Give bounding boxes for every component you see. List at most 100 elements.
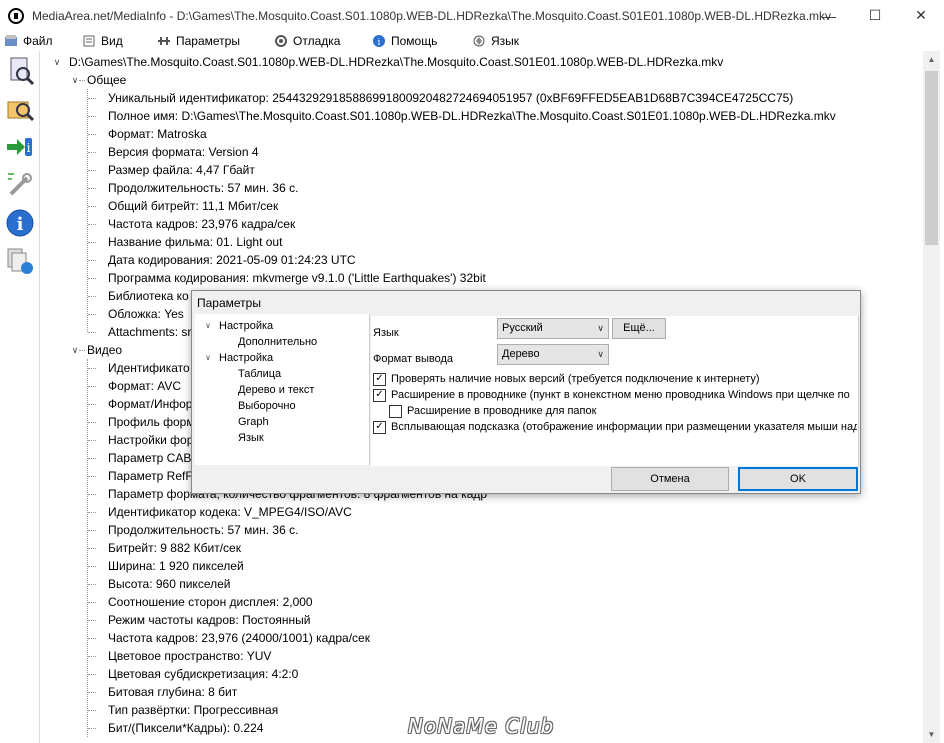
tooltip-label: Всплывающая подсказка (отображение инфор… bbox=[391, 421, 857, 433]
scroll-up-icon[interactable]: ▲ bbox=[923, 51, 940, 68]
tree-setup-2[interactable]: Настройка bbox=[219, 350, 273, 366]
cancel-button[interactable]: Отмена bbox=[611, 467, 729, 491]
more-button[interactable]: Ещё... bbox=[612, 318, 666, 339]
wrench-icon bbox=[8, 173, 32, 196]
tree-connector bbox=[88, 152, 96, 153]
general-field: Дата кодирования: 2021-05-09 01:24:23 UT… bbox=[108, 253, 356, 267]
tree-connector bbox=[88, 116, 96, 117]
open-file-button[interactable] bbox=[4, 55, 36, 87]
menu-params-label: Параметры bbox=[176, 34, 240, 48]
tree-connector bbox=[88, 728, 96, 729]
tree-guide bbox=[87, 359, 88, 737]
video-field: Цветовая субдискретизация: 4:2:0 bbox=[108, 667, 299, 681]
scroll-thumb[interactable] bbox=[925, 71, 938, 245]
expand-toggle-icon[interactable]: ∨ bbox=[52, 53, 62, 71]
open-file-icon bbox=[10, 57, 35, 86]
view-icon bbox=[83, 35, 95, 47]
export-button[interactable]: i bbox=[4, 131, 36, 163]
menu-debug[interactable]: Отладка bbox=[274, 31, 340, 51]
check-updates-row[interactable]: ✓ Проверять наличие новых версий (требуе… bbox=[373, 371, 857, 387]
video-field: Битрейт: 9 882 Кбит/сек bbox=[108, 541, 241, 555]
ok-button[interactable]: OK bbox=[738, 467, 858, 491]
tree-connector bbox=[88, 620, 96, 621]
about-button[interactable]: i bbox=[4, 207, 36, 239]
tree-connector bbox=[88, 530, 96, 531]
tree-connector bbox=[88, 98, 96, 99]
tooltip-row[interactable]: ✓ Всплывающая подсказка (отображение инф… bbox=[373, 419, 857, 435]
general-field: Общий битрейт: 11,1 Мбит/сек bbox=[108, 199, 279, 213]
info-icon: i bbox=[6, 209, 34, 237]
checkbox-checked-icon[interactable]: ✓ bbox=[373, 388, 386, 402]
tree-connector bbox=[88, 692, 96, 693]
tree-connector bbox=[88, 188, 96, 189]
video-field: Высота: 960 пикселей bbox=[108, 577, 231, 591]
output-format-select[interactable]: Дерево ∨ bbox=[497, 344, 609, 365]
tree-connector bbox=[88, 242, 96, 243]
shell-extension-row[interactable]: ✓ Расширение в проводнике (пункт в конек… bbox=[373, 387, 857, 403]
video-field: Настройки фор bbox=[108, 433, 194, 447]
close-button[interactable]: ✕ bbox=[898, 0, 944, 31]
tree-connector bbox=[88, 638, 96, 639]
menu-language[interactable]: Язык bbox=[472, 31, 519, 51]
general-field: Программа кодирования: mkvmerge v9.1.0 (… bbox=[108, 271, 486, 285]
menu-view[interactable]: Вид bbox=[82, 31, 123, 51]
tree-connector bbox=[88, 332, 96, 333]
tree-connector bbox=[88, 260, 96, 261]
general-field: Библиотека ко bbox=[108, 289, 189, 303]
expand-icon[interactable]: ∨ bbox=[203, 318, 213, 334]
menu-bar: Файл Вид Параметры Отладка i Помощь Язык bbox=[0, 31, 944, 51]
help-icon: i bbox=[373, 35, 385, 48]
video-field: Режим частоты кадров: Постоянный bbox=[108, 613, 311, 627]
tree-connector bbox=[88, 422, 96, 423]
language-select-value: Русский bbox=[502, 322, 543, 334]
tree-advanced[interactable]: Дополнительно bbox=[238, 334, 317, 350]
language-select[interactable]: Русский ∨ bbox=[497, 318, 609, 339]
expand-icon[interactable]: ∨ bbox=[203, 350, 213, 366]
tree-connector bbox=[88, 548, 96, 549]
web-icon bbox=[7, 248, 33, 274]
maximize-button[interactable]: ☐ bbox=[852, 0, 898, 31]
general-field: Полное имя: D:\Games\The.Mosquito.Coast.… bbox=[108, 109, 836, 123]
tree-connector bbox=[79, 350, 85, 351]
window-title: MediaArea.net/MediaInfo - D:\Games\The.M… bbox=[32, 8, 832, 23]
web-button[interactable] bbox=[4, 245, 36, 277]
shell-extension-folders-label: Расширение в проводнике для папок bbox=[407, 405, 597, 417]
preferences-button[interactable] bbox=[4, 169, 36, 201]
video-field: Формат: AVC bbox=[108, 379, 182, 393]
tree-graph[interactable]: Graph bbox=[238, 414, 269, 430]
open-folder-button[interactable] bbox=[4, 93, 36, 125]
menu-view-label: Вид bbox=[101, 34, 123, 48]
language-icon bbox=[473, 35, 485, 47]
tree-connector bbox=[88, 206, 96, 207]
tree-root: D:\Games\The.Mosquito.Coast.S01.1080p.WE… bbox=[69, 55, 724, 69]
shell-extension-folders-row[interactable]: Расширение в проводнике для папок bbox=[389, 403, 857, 419]
tree-connector bbox=[88, 584, 96, 585]
tree-language[interactable]: Язык bbox=[238, 430, 264, 446]
tree-selective[interactable]: Выборочно bbox=[238, 398, 296, 414]
video-field: Частота кадров: 23,976 (24000/1001) кадр… bbox=[108, 631, 370, 645]
minimize-button[interactable]: — bbox=[806, 0, 852, 31]
checkbox-checked-icon[interactable]: ✓ bbox=[373, 372, 386, 386]
tree-connector bbox=[88, 476, 96, 477]
svg-text:i: i bbox=[378, 38, 381, 48]
output-format-label: Формат вывода bbox=[373, 353, 454, 365]
tree-connector bbox=[79, 80, 85, 81]
general-field: Продолжительность: 57 мин. 36 с. bbox=[108, 181, 299, 195]
general-field: Формат: Matroska bbox=[108, 127, 207, 141]
menu-file[interactable]: Файл bbox=[4, 31, 53, 51]
tree-guide bbox=[87, 89, 88, 332]
general-field: Attachments: sr bbox=[108, 325, 192, 339]
tree-setup-1[interactable]: Настройка bbox=[219, 318, 273, 334]
tree-connector bbox=[88, 458, 96, 459]
tree-connector bbox=[88, 314, 96, 315]
tree-tree-text[interactable]: Дерево и текст bbox=[238, 382, 314, 398]
checkbox-unchecked-icon[interactable] bbox=[389, 404, 402, 418]
tree-table[interactable]: Таблица bbox=[238, 366, 281, 382]
left-toolbar: i i bbox=[0, 51, 40, 743]
parameters-dialog: Параметры ∨ Настройка Дополнительно ∨ На… bbox=[191, 290, 861, 494]
vertical-scrollbar[interactable]: ▲ ▼ bbox=[923, 51, 940, 743]
menu-help[interactable]: i Помощь bbox=[372, 31, 437, 51]
menu-params[interactable]: Параметры bbox=[157, 31, 240, 51]
checkbox-checked-icon[interactable]: ✓ bbox=[373, 420, 386, 434]
scroll-down-icon[interactable]: ▼ bbox=[923, 726, 940, 743]
